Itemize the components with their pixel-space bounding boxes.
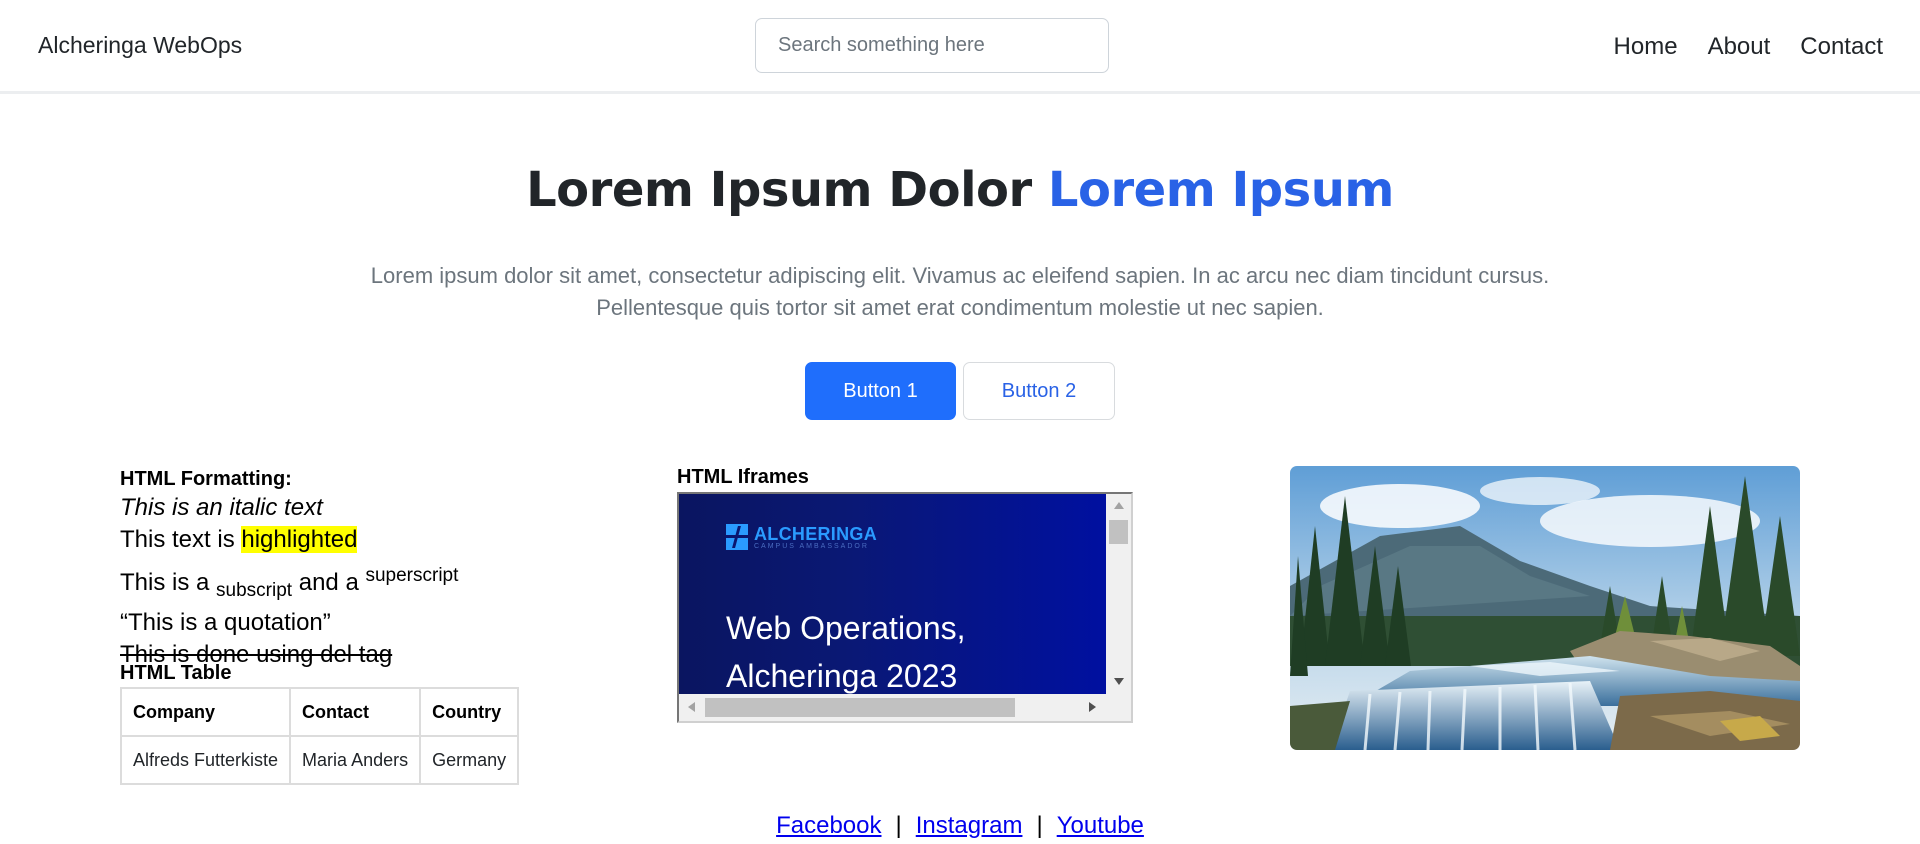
iframe-line-2: Alcheringa 2023 <box>726 658 958 694</box>
nav-link-home[interactable]: Home <box>1614 33 1678 61</box>
brand-logo-text[interactable]: Alcheringa WebOps <box>38 32 242 59</box>
navbar: Alcheringa WebOps Home About Contact <box>0 0 1920 94</box>
youtube-link[interactable]: Youtube <box>1057 812 1144 839</box>
embedded-iframe[interactable]: ALCHERINGA CAMPUS AMBASSADOR Web Operati… <box>677 492 1133 723</box>
hero-title: Lorem Ipsum Dolor Lorem Ipsum <box>0 162 1920 218</box>
table-cell-contact: Maria Anders <box>289 735 422 785</box>
alcheringa-logo-text: ALCHERINGA CAMPUS AMBASSADOR <box>754 525 877 550</box>
scroll-down-arrow-icon[interactable] <box>1114 678 1124 685</box>
iframe-heading: HTML Iframes <box>677 466 809 488</box>
quotation-line: This is a quotation <box>120 607 458 639</box>
button-2[interactable]: Button 2 <box>963 362 1115 420</box>
formatting-heading: HTML Formatting: <box>120 468 292 490</box>
nav-link-about[interactable]: About <box>1708 33 1771 61</box>
table-row: Alfreds Futterkiste Maria Anders Germany <box>119 735 520 785</box>
hero-lead-line2: Pellentesque quis tortor sit amet erat c… <box>596 295 1324 320</box>
alcheringa-logo: ALCHERINGA CAMPUS AMBASSADOR <box>726 524 877 550</box>
iframe-content-heading: Web Operations, Alcheringa 2023 <box>726 604 966 694</box>
table-cell-company: Alfreds Futterkiste <box>119 735 292 785</box>
logo-text-main: ALCHERINGA <box>754 523 877 544</box>
formatting-section: HTML Formatting: This is an italic text … <box>120 466 458 671</box>
highlighted-text: highlighted <box>241 526 358 553</box>
nav-links: Home About Contact <box>1614 33 1883 61</box>
hero-lead-line1: Lorem ipsum dolor sit amet, consectetur … <box>370 263 1550 288</box>
company-table: Company Contact Country Alfreds Futterki… <box>119 687 520 785</box>
iframe-horizontal-scrollbar[interactable] <box>679 694 1106 721</box>
scroll-up-arrow-icon[interactable] <box>1114 502 1124 509</box>
hero-title-accent: Lorem Ipsum <box>1047 162 1395 218</box>
subscript-text: subscript <box>216 579 293 601</box>
scroll-right-arrow-icon[interactable] <box>1089 702 1096 712</box>
landscape-image <box>1290 466 1800 750</box>
table-heading: HTML Table <box>120 662 232 684</box>
italic-text: This is an italic text <box>120 494 323 521</box>
sub-prefix: This is a <box>120 569 217 596</box>
highlight-line: This text is highlighted <box>120 524 458 556</box>
link-separator: | <box>895 812 902 839</box>
alcheringa-logo-icon <box>726 524 748 550</box>
instagram-link[interactable]: Instagram <box>916 812 1023 839</box>
facebook-link[interactable]: Facebook <box>776 812 881 839</box>
hero-lead: Lorem ipsum dolor sit amet, consectetur … <box>310 260 1610 324</box>
highlight-prefix: This text is <box>120 526 242 553</box>
horizontal-scroll-thumb[interactable] <box>705 698 1015 717</box>
scroll-left-arrow-icon[interactable] <box>688 702 695 712</box>
iframe-vertical-scrollbar[interactable] <box>1106 494 1131 694</box>
table-header-row: Company Contact Country <box>119 687 520 737</box>
waterfall-landscape-illustration <box>1290 466 1800 750</box>
table-header-country: Country <box>419 687 520 737</box>
table-header-company: Company <box>119 687 292 737</box>
sub-sup-line: This is a subscript and a superscript <box>120 560 458 607</box>
sub-mid: and a <box>292 569 366 596</box>
button-1[interactable]: Button 1 <box>805 362 956 420</box>
nav-link-contact[interactable]: Contact <box>1800 33 1883 61</box>
superscript-text: superscript <box>365 565 459 586</box>
vertical-scroll-thumb[interactable] <box>1109 520 1128 544</box>
search-input[interactable] <box>755 18 1109 73</box>
social-links: Facebook | Instagram | Youtube <box>0 812 1920 840</box>
hero-title-main: Lorem Ipsum Dolor <box>526 162 1032 218</box>
link-separator: | <box>1036 812 1043 839</box>
iframe-line-1: Web Operations, <box>726 610 966 646</box>
table-header-contact: Contact <box>289 687 422 737</box>
logo-text-sub: CAMPUS AMBASSADOR <box>754 542 869 550</box>
quotation-text: This is a quotation <box>120 608 331 636</box>
iframe-content: ALCHERINGA CAMPUS AMBASSADOR Web Operati… <box>679 494 1106 694</box>
table-cell-country: Germany <box>419 735 520 785</box>
